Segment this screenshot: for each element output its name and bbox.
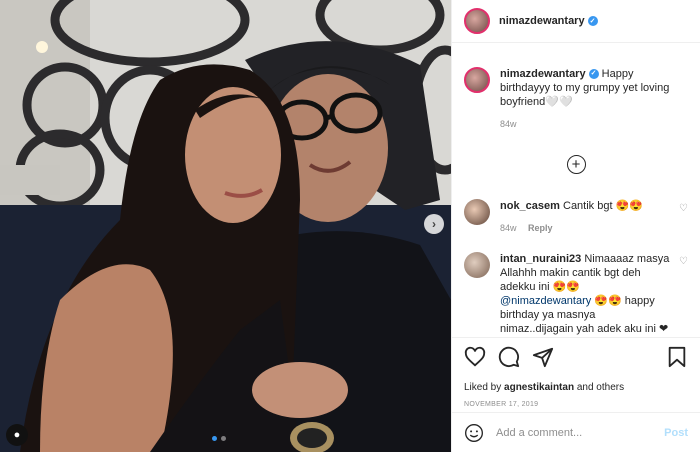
reply-button[interactable]: Reply xyxy=(528,223,553,233)
comment-emoji: 😍😍 xyxy=(552,281,581,293)
comment-mention[interactable]: @nimazdewantary xyxy=(500,295,591,307)
comment-text: Cantik bgt xyxy=(563,200,613,212)
author-username[interactable]: nimazdewantary ✓ xyxy=(499,15,598,27)
caption-emoji: 🤍🤍 xyxy=(545,96,573,108)
user-tag-icon[interactable]: ● xyxy=(6,424,28,446)
likes-user[interactable]: agnestikaintan xyxy=(504,382,574,393)
comment-like-icon[interactable]: ♡ xyxy=(679,199,688,235)
comment-emoji: ❤ xyxy=(659,323,669,335)
carousel-dots xyxy=(212,436,226,441)
post-photo[interactable]: › ● xyxy=(0,0,451,452)
caption-age: 84w xyxy=(500,119,517,129)
caption-username[interactable]: nimazdewantary ✓ xyxy=(500,68,599,80)
commenter-avatar[interactable] xyxy=(464,199,490,225)
comments-scroll[interactable]: nimazdewantary ✓ Happy birthdayyy to my g… xyxy=(452,43,700,337)
load-more-comments[interactable]: + xyxy=(452,155,700,174)
comment-username[interactable]: intan_nuraini23 xyxy=(500,253,581,265)
caption: nimazdewantary ✓ Happy birthdayyy to my g… xyxy=(452,43,700,131)
comment-icon[interactable] xyxy=(498,346,520,368)
verified-badge-icon: ✓ xyxy=(587,16,598,27)
likes-prefix: Liked by xyxy=(464,382,502,393)
post-actions: Liked by agnestikaintan and others NOVEM… xyxy=(452,337,700,408)
post-side-panel: nimazdewantary ✓ nimazdewantary ✓ Happy bi… xyxy=(451,0,700,452)
bookmark-icon[interactable] xyxy=(666,346,688,368)
share-icon[interactable] xyxy=(532,346,554,368)
plus-circle-icon[interactable]: + xyxy=(566,155,586,174)
commenter-avatar[interactable] xyxy=(464,252,490,278)
comment-age: 84w xyxy=(500,223,517,233)
caption-meta: 84w xyxy=(500,117,685,131)
author-avatar[interactable] xyxy=(464,8,490,34)
caption-avatar[interactable] xyxy=(464,67,490,93)
comment-emoji: 😍😍 xyxy=(594,295,622,307)
comment-username[interactable]: nok_casem xyxy=(500,200,560,212)
comment-like-icon[interactable]: ♡ xyxy=(679,252,688,336)
post-comment-button[interactable]: Post xyxy=(664,427,688,439)
photo-illustration xyxy=(0,0,451,452)
post-date: NOVEMBER 17, 2019 xyxy=(464,401,539,408)
likes-suffix: and others xyxy=(576,382,625,393)
comment-item: nok_casem Cantik bgt 😍😍 84w Reply ♡ xyxy=(452,199,700,235)
carousel-dot-active xyxy=(212,436,217,441)
comment-item: intan_nuraini23 Nimaaaaz masya Allahhh m… xyxy=(452,252,700,336)
post-header: nimazdewantary ✓ xyxy=(452,0,700,43)
comment-meta: 84w Reply xyxy=(500,221,670,235)
add-comment-bar: Post xyxy=(452,412,700,452)
likes-summary: Liked by agnestikaintan and others xyxy=(464,382,688,393)
next-photo-button[interactable]: › xyxy=(424,214,444,234)
comment-emoji: 😍😍 xyxy=(615,200,643,212)
emoji-smile-icon[interactable] xyxy=(464,423,484,443)
action-icons xyxy=(464,346,688,368)
carousel-dot xyxy=(221,436,226,441)
heart-icon[interactable] xyxy=(464,346,486,368)
comment-input[interactable] xyxy=(494,425,665,440)
verified-badge-icon: ✓ xyxy=(588,69,599,80)
